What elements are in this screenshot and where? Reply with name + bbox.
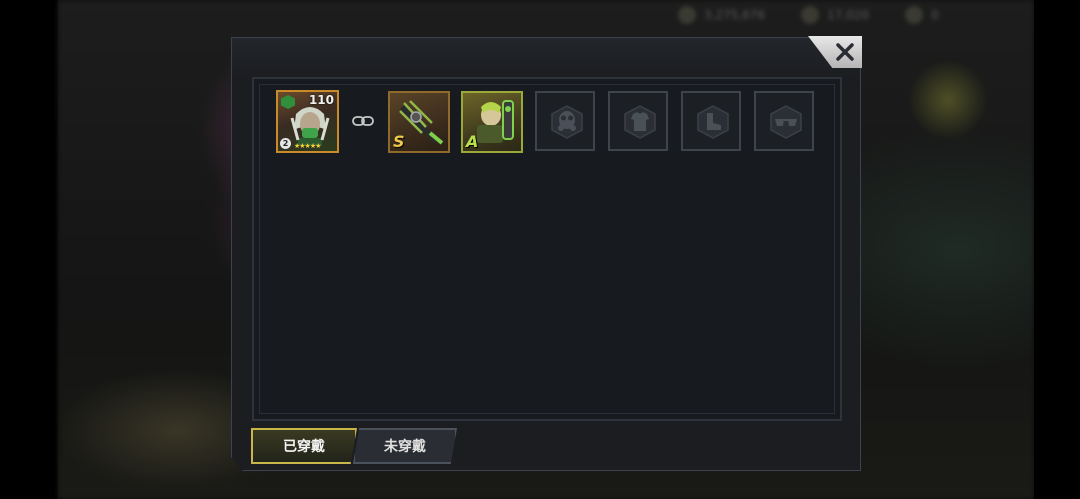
gear-value: 17,020: [827, 8, 870, 22]
right-letterbox: [1034, 0, 1080, 499]
equipment-slot-armor[interactable]: A: [461, 91, 523, 153]
hero-rank-badge: 2: [280, 138, 291, 149]
close-icon: [836, 43, 854, 61]
tab-unequipped[interactable]: 未穿戴: [353, 428, 457, 464]
gem-value: 0: [931, 8, 939, 22]
equipment-slot-weapon[interactable]: S: [388, 91, 450, 153]
grade-label: A: [466, 132, 479, 151]
grade-label: S: [393, 132, 405, 151]
empty-slot-body[interactable]: [608, 91, 668, 151]
hero-card[interactable]: 110 2 ★★★★★: [276, 90, 339, 153]
gem-icon: [905, 6, 924, 24]
chain-link-icon: [352, 116, 374, 126]
gas-mask-icon: [551, 105, 583, 139]
resource-gems: 0: [905, 6, 939, 24]
goggles-icon: [770, 105, 802, 139]
hero-level: 110: [308, 93, 334, 107]
tab-equipped[interactable]: 已穿戴: [251, 428, 357, 464]
resource-bar: 3,275,676 17,020 0: [678, 6, 939, 24]
empty-slot-boots[interactable]: [681, 91, 741, 151]
coin-icon: [678, 6, 696, 24]
left-letterbox: [0, 0, 58, 499]
empty-slot-mask[interactable]: [535, 91, 595, 151]
resource-coins: 3,275,676: [678, 6, 765, 24]
hero-stars: ★★★★★: [294, 142, 321, 150]
resource-gears: 17,020: [801, 6, 869, 24]
gear-resource-icon: [801, 6, 820, 24]
body-armor-icon: [624, 105, 656, 139]
dialog-header: [232, 38, 860, 78]
empty-slot-goggles[interactable]: [754, 91, 814, 151]
coin-value: 3,275,676: [704, 8, 766, 22]
boots-icon: [697, 105, 729, 139]
